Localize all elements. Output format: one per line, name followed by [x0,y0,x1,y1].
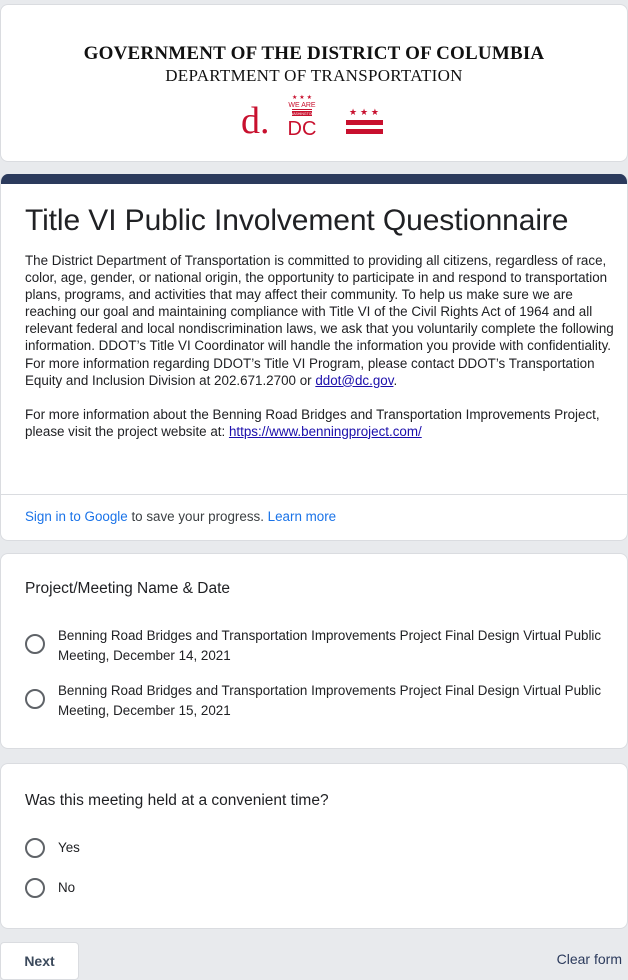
header-card: GOVERNMENT OF THE DISTRICT OF COLUMBIA D… [0,4,628,162]
question-title: Project/Meeting Name & Date [25,580,231,597]
clear-form-button[interactable]: Clear form [557,951,622,967]
form-description: The District Department of Transportatio… [25,252,615,457]
signin-text: to save your progress. [127,509,268,524]
website-link[interactable]: https://www.benningproject.com/ [229,424,422,439]
learn-more-link[interactable]: Learn more [268,509,336,524]
government-title: GOVERNMENT OF THE DISTRICT OF COLUMBIA [83,43,545,64]
radio-button[interactable] [25,878,45,898]
description-text-1-end: . [393,372,398,388]
option-label: No [58,880,76,895]
logo-stars: ★ ★ ★ [292,94,312,101]
radio-option[interactable]: No [25,878,615,898]
logo-d-mark: d. [241,100,270,139]
description-paragraph-1: The District Department of Transportatio… [25,252,615,389]
ddot-logo: d. ★ ★ ★ WE ARE WASHINGTON DC ★ ★ ★ [241,94,383,139]
radio-option[interactable]: Benning Road Bridges and Transportation … [25,626,615,666]
signin-link[interactable]: Sign in to Google [25,509,128,524]
question-card-meeting: Project/Meeting Name & Date Benning Road… [0,553,628,749]
radio-button[interactable] [25,634,45,654]
description-paragraph-2: For more information about the Benning R… [25,406,615,440]
accent-bar [1,174,627,184]
form-title: Title VI Public Involvement Questionnair… [25,204,569,237]
option-label: Benning Road Bridges and Transportation … [58,628,602,663]
radio-button[interactable] [25,838,45,858]
option-label: Benning Road Bridges and Transportation … [58,683,602,718]
divider [1,494,627,495]
logo-dc: DC [288,118,317,139]
form-title-card: Title VI Public Involvement Questionnair… [0,174,628,541]
radio-option[interactable]: Yes [25,838,615,858]
email-link[interactable]: ddot@dc.gov [315,373,393,388]
question-card-convenient-time: Was this meeting held at a convenient ti… [0,763,628,929]
option-label: Yes [58,840,80,855]
question-title: Was this meeting held at a convenient ti… [25,792,329,809]
description-text-1: The District Department of Transportatio… [25,253,614,388]
logo-we-are: WE ARE [288,102,316,109]
radio-option[interactable]: Benning Road Bridges and Transportation … [25,681,615,721]
logo-washington: WASHINGTON [290,112,314,116]
next-button[interactable]: Next [0,942,79,980]
logo-flag-stars: ★ ★ ★ [349,108,379,118]
department-title: DEPARTMENT OF TRANSPORTATION [165,66,463,85]
radio-button[interactable] [25,689,45,709]
signin-row: Sign in to Google to save your progress.… [25,509,336,524]
